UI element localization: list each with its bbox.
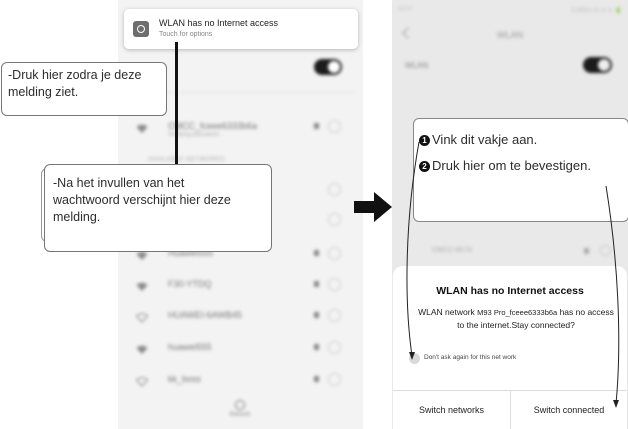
next-step-arrow-icon [354, 192, 392, 222]
status-time: 10:37 [398, 6, 414, 12]
wifi-icon [136, 279, 148, 291]
notification-title: WLAN has no Internet access [159, 18, 279, 28]
chevron-circle-icon[interactable] [600, 245, 611, 256]
dont-ask-again-label: Don't ask again for this net work [424, 354, 517, 361]
switch-networks-button[interactable]: Switch networks [393, 391, 510, 429]
lock-icon [314, 376, 319, 382]
notification-subtitle: Touch for options [159, 31, 213, 38]
wlan-label: WLAN [405, 61, 429, 70]
available-networks-caption: AVAILABLE NETWORKS [148, 157, 225, 163]
lock-icon [314, 344, 319, 350]
chevron-circle-icon[interactable] [328, 213, 341, 226]
wlan-toggle[interactable] [314, 59, 342, 75]
instruction-step-2: 2 Druk hier om te bevestigen. [419, 158, 591, 173]
lock-icon [584, 248, 589, 254]
refresh-button[interactable]: Refresh [225, 400, 255, 418]
wlan-toggle[interactable] [583, 57, 612, 73]
network-name: HUAWEI-6AWB45 [168, 310, 242, 320]
status-indicators: 3.2KB/s ⊘ ◷ ᯤ 🔋 [571, 8, 622, 14]
chevron-circle-icon[interactable] [328, 247, 341, 260]
chevron-circle-icon[interactable] [328, 341, 341, 354]
network-row[interactable]: kk_boss [130, 366, 355, 394]
step-number-badge: 1 [419, 135, 430, 146]
chevron-circle-icon[interactable] [328, 373, 341, 386]
callout-instructions: 1 Vink dit vakje aan. 2 Druk hier om te be… [413, 118, 628, 222]
network-name: kk_boss [168, 374, 202, 384]
dont-ask-again-checkbox[interactable] [409, 353, 420, 364]
network-row[interactable]: F30-YTDQ [130, 271, 355, 299]
lock-icon [314, 123, 319, 129]
wifi-icon [136, 342, 148, 354]
wifi-icon [135, 310, 149, 323]
lock-icon [314, 312, 319, 318]
dialog-network-name: M93 Pro_fceee6333b6a [477, 308, 558, 317]
chevron-circle-icon[interactable] [328, 183, 341, 196]
no-internet-dialog: WLAN has no Internet access WLAN network… [393, 266, 627, 429]
dialog-message-prefix: WLAN network [418, 307, 478, 317]
chevron-circle-icon[interactable] [328, 278, 341, 291]
chevron-circle-icon[interactable] [328, 120, 341, 133]
network-row[interactable]: huawei555 [130, 334, 355, 362]
callout-after-password: -Na het invullen van het wachtwoord vers… [44, 164, 272, 252]
network-row[interactable]: HUAWEI-6AWB45 [130, 302, 355, 330]
chevron-circle-icon[interactable] [328, 309, 341, 322]
wifi-icon [135, 374, 149, 387]
step-number-badge: 2 [419, 161, 430, 172]
connected-network-name: CMCC_fceee6333b6a [168, 121, 258, 131]
lock-icon [314, 281, 319, 287]
refresh-label: Refresh [229, 412, 251, 418]
wlan-settings-icon [133, 21, 149, 37]
pointer-line [175, 42, 178, 164]
no-internet-notification[interactable]: WLAN has no Internet access Touch for op… [124, 9, 358, 49]
status-bar: 10:37 3.2KB/s ⊘ ◷ ᯤ 🔋 [398, 6, 622, 16]
network-name: CMCC-6K74 [432, 247, 472, 254]
refresh-icon [235, 400, 245, 410]
lock-icon [314, 250, 319, 256]
switch-connected-button[interactable]: Switch connected [511, 391, 627, 429]
wlan-page-title: WLAN [496, 30, 523, 40]
wifi-icon [136, 121, 148, 133]
dialog-message: WLAN network M93 Pro_fceee6333b6a has no… [417, 306, 615, 331]
dialog-title: WLAN has no Internet access [436, 285, 584, 297]
callout-tap-notification: -Druk hier zodra je deze melding ziet. [1, 62, 167, 116]
network-name: F30-YTDQ [168, 279, 212, 289]
instruction-step-1-text: Vink dit vakje aan. [432, 132, 538, 147]
instruction-step-2-text: Druk hier om te bevestigen. [432, 158, 591, 173]
network-name: huawei555 [168, 342, 212, 352]
instruction-step-1: 1 Vink dit vakje aan. [419, 132, 537, 147]
connected-network-row[interactable]: CMCC_fceee6333b6a Verifying password... [130, 113, 355, 141]
